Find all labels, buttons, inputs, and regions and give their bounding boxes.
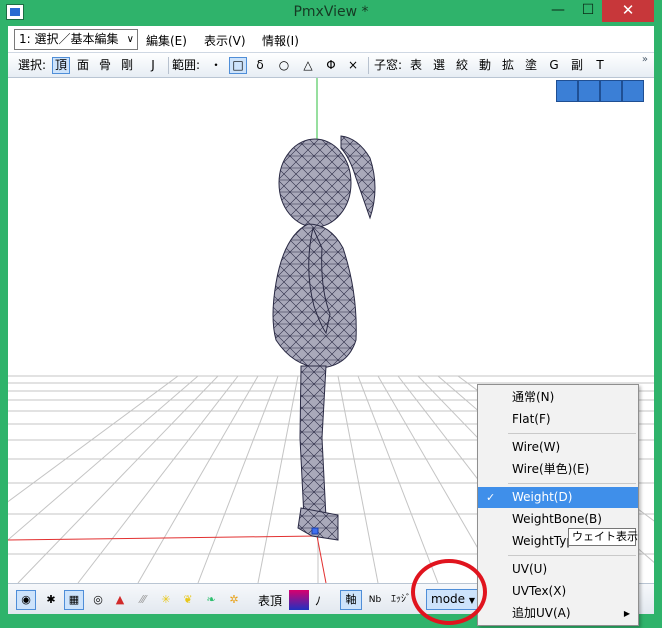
menu-item-label: WeightBone(B) [512, 512, 602, 526]
star-icon[interactable]: ✲ [224, 590, 244, 610]
material-icon[interactable]: ✱ [41, 590, 61, 610]
minimize-button[interactable]: — [543, 0, 573, 22]
range-triangle-button[interactable]: △ [299, 57, 317, 74]
title-bar: PmxView * — ☐ ✕ [0, 0, 662, 26]
lamp-icon[interactable]: ❦ [178, 590, 198, 610]
select-face-button[interactable]: 面 [74, 57, 92, 74]
color-icon[interactable] [289, 590, 309, 610]
spark-icon[interactable]: ✳ [156, 590, 176, 610]
child-window-label: 子窓: [374, 58, 403, 72]
range-point-button[interactable]: ・ [207, 57, 225, 74]
child-group-button[interactable]: G [545, 57, 563, 74]
child-sub-button[interactable]: 副 [568, 57, 586, 74]
child-table-button[interactable]: 表 [407, 57, 425, 74]
toolbar-divider [368, 57, 369, 74]
child-filter-button[interactable]: 絞 [453, 57, 471, 74]
zoom-icon[interactable] [600, 80, 622, 102]
menu-item-extra-uv[interactable]: 追加UV(A) ▶ [478, 603, 638, 624]
menu-view[interactable]: 表示(V) [204, 32, 246, 49]
select-bone-button[interactable]: 骨 [96, 57, 114, 74]
no-label[interactable]: ﾉ [315, 592, 321, 609]
child-select-button[interactable]: 選 [430, 57, 448, 74]
menu-item-uv[interactable]: UV(U) [478, 559, 638, 580]
menu-divider [508, 555, 636, 556]
child-scale-button[interactable]: 拡 [499, 57, 517, 74]
close-icon: ✕ [621, 1, 635, 19]
menu-edit[interactable]: 編集(E) [146, 32, 187, 49]
tool-strip: 選択: 頂 面 骨 剛 J 範囲: ・ □ δ ○ △ Φ × 子窓: 表 選 … [8, 53, 654, 78]
range-rect-button[interactable]: □ [229, 57, 247, 74]
range-clear-button[interactable]: × [344, 57, 362, 74]
range-circle-button[interactable]: ○ [275, 57, 293, 74]
menu-item-uvtex[interactable]: UVTex(X) [478, 581, 638, 602]
menu-item-wire-mono[interactable]: Wire(単色)(E) [478, 459, 638, 480]
menu-item-label: 通常(N) [512, 390, 555, 404]
x-axis [8, 535, 318, 541]
menu-item-normal[interactable]: 通常(N) [478, 387, 638, 408]
bone-icon[interactable]: ◎ [88, 590, 108, 610]
vertex-view-icon[interactable]: ◉ [16, 590, 36, 610]
child-t-button[interactable]: T [591, 57, 609, 74]
weight-view-icon[interactable]: ▦ [64, 590, 84, 610]
menu-divider [508, 483, 636, 484]
menu-item-label: Wire(W) [512, 440, 561, 454]
show-vertex-label[interactable]: 表頂 [258, 592, 282, 609]
menu-info[interactable]: 情報(I) [262, 32, 299, 49]
pan-icon[interactable] [556, 80, 578, 102]
edit-mode-select[interactable]: 1: 選択／基本編集 ∨ [14, 29, 138, 50]
wire-icon[interactable]: ⁄⁄⁄ [133, 590, 153, 610]
menu-item-label: Weight(D) [512, 490, 573, 504]
child-move-button[interactable]: 動 [476, 57, 494, 74]
normal-button[interactable]: Nb [364, 590, 386, 610]
close-button[interactable]: ✕ [602, 0, 654, 22]
menu-item-label: Wire(単色)(E) [512, 462, 590, 476]
menu-item-flat[interactable]: Flat(F) [478, 409, 638, 430]
menu-item-label: Flat(F) [512, 412, 551, 426]
maximize-button[interactable]: ☐ [573, 0, 603, 22]
menu-item-label: UVTex(X) [512, 584, 567, 598]
menu-item-weight-bone[interactable]: WeightBone(B) [478, 509, 638, 530]
check-icon: ✓ [486, 491, 496, 504]
mode-dropdown-menu: 通常(N) Flat(F) Wire(W) Wire(単色)(E) ✓ Weig… [477, 384, 639, 626]
axis-button[interactable]: 軸 [340, 590, 362, 610]
child-paint-button[interactable]: 塗 [522, 57, 540, 74]
rotate-icon[interactable] [622, 80, 644, 102]
chevron-down-icon: ∨ [126, 34, 134, 45]
weight-tooltip: ウェイト表示 [568, 528, 638, 546]
menu-item-label: UV(U) [512, 562, 548, 576]
menu-bar: 1: 選択／基本編集 ∨ 編集(E) 表示(V) 情報(I) [8, 26, 654, 53]
annotation-circle [411, 559, 487, 625]
edit-mode-value: 1: 選択／基本編集 [19, 32, 119, 46]
range-delta-button[interactable]: δ [251, 57, 269, 74]
menu-divider [508, 433, 636, 434]
face-icon[interactable]: ▲ [110, 590, 130, 610]
menu-item-label: WeightTyp [512, 534, 574, 548]
leaf-icon[interactable]: ❧ [201, 590, 221, 610]
model-mesh [272, 135, 376, 541]
menu-item-wire[interactable]: Wire(W) [478, 437, 638, 458]
overflow-chevron-icon[interactable]: » [642, 54, 648, 65]
range-label: 範囲: [172, 58, 201, 72]
move-icon[interactable] [578, 80, 600, 102]
menu-item-label: 追加UV(A) [512, 606, 571, 620]
select-rigid-button[interactable]: 剛 [118, 57, 136, 74]
select-vertex-button[interactable]: 頂 [52, 57, 70, 74]
range-phi-button[interactable]: Φ [322, 57, 340, 74]
menu-item-weight[interactable]: ✓ Weight(D) [478, 487, 638, 508]
submenu-arrow-icon: ▶ [623, 609, 630, 618]
maximize-icon: ☐ [581, 2, 595, 18]
select-joint-button[interactable]: J [144, 57, 162, 74]
minimize-icon: — [551, 2, 565, 18]
select-label: 選択: [18, 58, 47, 72]
toolbar-divider [168, 57, 169, 74]
